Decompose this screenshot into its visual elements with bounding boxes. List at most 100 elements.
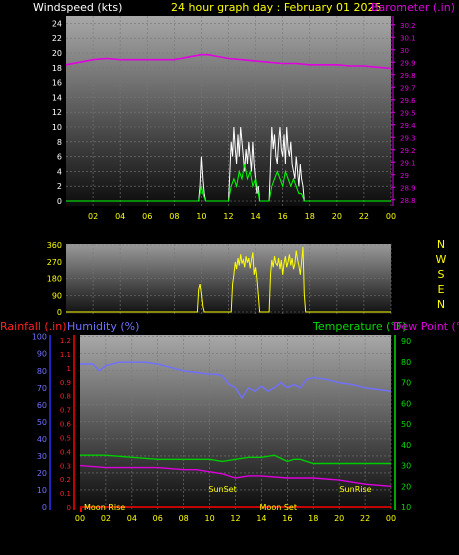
humidity-tick-label: 0 [42,503,47,512]
time-tick-label: 02 [101,514,111,523]
direction-tick-label: 0 [57,308,62,317]
wind-tick-label: 6 [57,153,62,162]
wind-tick-label: 8 [57,138,62,147]
wind-axis-label: Windspeed (kts) [33,1,122,14]
time-tick-label: 08 [169,212,179,221]
graph-title: 24 hour graph day : February 01 2025 [171,1,382,14]
humidity-tick-label: 60 [37,401,47,410]
time-tick-label: 20 [334,514,344,523]
wind-tick-label: 2 [57,182,62,191]
time-tick-label: 10 [204,514,214,523]
rain-tick-label: 0.8 [60,393,71,401]
time-tick-label: 12 [230,514,240,523]
dewpoint-axis-label: Dew Point (°F) [393,320,459,333]
compass-label: N [437,298,445,311]
time-tick-label: 18 [305,212,315,221]
rain-tick-label: 1.1 [60,351,71,359]
direction-tick-label: 180 [47,275,62,284]
humidity-axis-label: Humidity (%) [67,320,139,333]
rain-tick-label: 0 [67,504,71,512]
humidity-tick-label: 80 [37,367,47,376]
temperature-tick-label: 30 [401,462,411,471]
wind-tick-label: 10 [52,123,62,132]
rain-tick-label: 0.3 [60,462,71,470]
rainfall-axis-label: Rainfall (.in) [0,320,67,333]
direction-tick-label: 90 [52,291,62,300]
compass-label: W [436,253,447,266]
baro-tick-label: 29.3 [400,134,416,142]
temperature-tick-label: 50 [401,420,411,429]
rain-tick-label: 0.7 [60,407,71,415]
rain-tick-label: 1 [67,365,71,373]
temperature-tick-label: 80 [401,358,411,367]
baro-tick-label: 29.1 [400,159,416,167]
time-tick-label: 16 [282,514,292,523]
time-tick-label: 10 [196,212,206,221]
baro-tick-label: 29.9 [400,59,416,67]
time-tick-label: 08 [179,514,189,523]
direction-tick-label: 360 [47,241,62,250]
wind-tick-label: 16 [52,79,62,88]
humidity-tick-label: 50 [37,418,47,427]
time-tick-label: 12 [223,212,233,221]
baro-tick-label: 30.2 [400,22,416,30]
time-tick-label: 00 [75,514,85,523]
wind-tick-label: 12 [52,108,62,117]
annotation-label: Moon Rise [84,503,125,512]
compass-label: N [437,238,445,251]
wind-tick-label: 20 [52,49,62,58]
rain-tick-label: 0.2 [60,476,71,484]
time-tick-label: 22 [360,514,370,523]
baro-tick-label: 29.8 [400,72,416,80]
time-tick-label: 04 [115,212,125,221]
wind-tick-label: 24 [52,19,62,28]
time-tick-label: 20 [332,212,342,221]
time-tick-label: 06 [142,212,152,221]
baro-tick-label: 29.6 [400,97,416,105]
direction-tick-label: 270 [47,258,62,267]
humidity-tick-label: 30 [37,452,47,461]
temperature-tick-label: 10 [401,503,411,512]
baro-tick-label: 28.9 [400,184,416,192]
time-tick-label: 00 [386,212,396,221]
baro-tick-label: 29.2 [400,147,416,155]
baro-tick-label: 28.8 [400,197,416,205]
rain-tick-label: 0.1 [60,490,71,498]
annotation-label: Moon Set [260,503,297,512]
compass-label: S [438,268,445,281]
time-tick-label: 04 [127,514,137,523]
time-tick-label: 00 [386,514,396,523]
time-tick-label: 14 [250,212,260,221]
baro-tick-label: 29 [400,172,409,180]
temperature-tick-label: 40 [401,441,411,450]
rain-tick-label: 0.6 [60,421,72,429]
time-tick-label: 06 [153,514,163,523]
time-tick-label: 16 [278,212,288,221]
rain-tick-label: 0.9 [60,379,71,387]
annotation-label: SunSet [208,485,236,494]
baro-tick-label: 30 [400,47,409,55]
rain-tick-label: 0.5 [60,434,71,442]
baro-tick-label: 29.7 [400,84,416,92]
baro-tick-label: 30.1 [400,34,416,42]
compass-label: E [438,283,445,296]
humidity-tick-label: 40 [37,435,47,444]
time-tick-label: 22 [359,212,369,221]
temperature-tick-label: 60 [401,399,411,408]
baro-tick-label: 29.5 [400,109,416,117]
rain-tick-label: 1.2 [60,337,71,345]
temperature-tick-label: 70 [401,379,411,388]
humidity-tick-label: 20 [37,469,47,478]
wind-tick-label: 0 [57,197,62,206]
humidity-tick-label: 90 [37,350,47,359]
temperature-tick-label: 90 [401,337,411,346]
humidity-tick-label: 10 [37,486,47,495]
rain-tick-label: 0.4 [60,448,72,456]
temperature-tick-label: 20 [401,482,411,491]
direction-panel-background [66,244,391,314]
wind-tick-label: 22 [52,34,62,43]
time-tick-label: 14 [256,514,266,523]
time-tick-label: 02 [88,212,98,221]
wind-tick-label: 18 [52,64,62,73]
wind-tick-label: 14 [52,93,62,102]
